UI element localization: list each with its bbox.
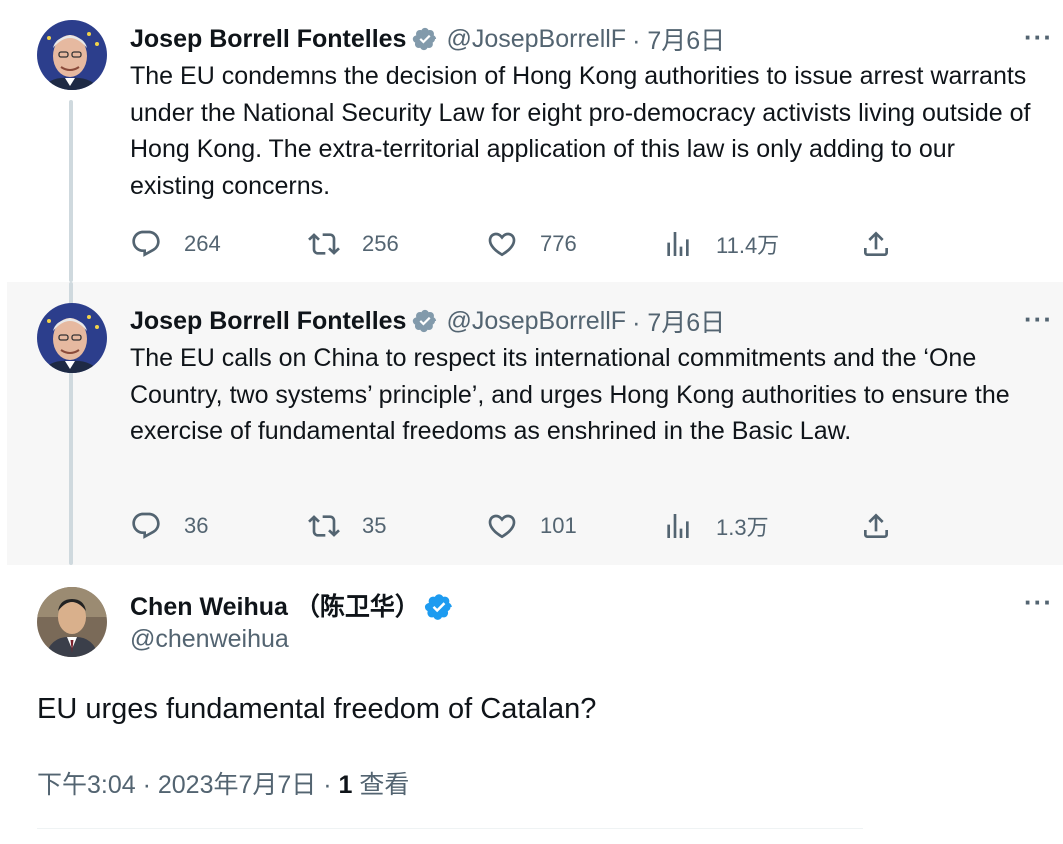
tweet-2[interactable]: Josep Borrell Fontelles @JosepBorrellF ·…	[0, 282, 1063, 565]
tweet-actions: 264 256 776 11.4万	[130, 226, 910, 262]
retweet-icon	[308, 233, 340, 255]
share-icon	[864, 231, 888, 256]
avatar-chenweihua[interactable]	[37, 587, 107, 657]
retweet-icon	[308, 515, 340, 537]
reply-icon	[132, 512, 160, 539]
share-button[interactable]	[860, 508, 892, 544]
tweet-text: EU urges fundamental freedom of Catalan?	[37, 693, 597, 725]
like-button[interactable]: 101	[486, 508, 577, 544]
views-count: 1.3万	[716, 515, 769, 540]
views-label: 查看	[352, 771, 410, 799]
reply-button[interactable]: 264	[130, 226, 221, 262]
share-button[interactable]	[860, 226, 892, 262]
retweet-button[interactable]: 256	[308, 226, 399, 262]
tweet-text: The EU calls on China to respect its int…	[130, 344, 1010, 445]
views-chart-icon	[667, 514, 689, 538]
tweet-header: Josep Borrell Fontelles @JosepBorrellF ·…	[130, 304, 725, 338]
tweet-text: The EU condemns the decision of Hong Kon…	[130, 62, 1031, 200]
avatar-borrell[interactable]	[37, 303, 107, 373]
tweet-header: Chen Weihua （陈卫华）	[130, 587, 452, 623]
more-options-button[interactable]: ···	[1024, 587, 1053, 618]
reply-button[interactable]: 36	[130, 508, 208, 544]
views-count: 1	[338, 771, 353, 799]
views-button[interactable]: 11.4万	[662, 226, 779, 262]
tweet-actions: 36 35 101 1.3万	[130, 508, 910, 544]
retweet-count: 35	[362, 513, 387, 538]
author-name[interactable]: Josep Borrell Fontelles	[130, 25, 406, 54]
share-icon	[864, 513, 888, 538]
views-chart-icon	[667, 232, 689, 256]
tweet-1[interactable]: Josep Borrell Fontelles @JosepBorrellF ·…	[0, 0, 1063, 282]
author-name[interactable]: Josep Borrell Fontelles	[130, 307, 406, 336]
like-count: 101	[540, 513, 577, 538]
verified-badge-icon[interactable]	[424, 592, 452, 620]
like-count: 776	[540, 231, 577, 256]
views-button[interactable]: 1.3万	[662, 508, 769, 544]
reply-count: 264	[184, 231, 221, 256]
thread-connector-line	[69, 100, 73, 282]
retweet-count: 256	[362, 231, 399, 256]
author-name[interactable]: Chen Weihua （陈卫华）	[130, 587, 420, 623]
heart-icon	[488, 232, 516, 257]
verified-badge-icon[interactable]	[412, 26, 438, 52]
views-count: 11.4万	[716, 233, 780, 258]
tweet-metadata: 下午3:04 · 2023年7月7日 · 1 查看	[37, 765, 409, 801]
author-handle[interactable]: @JosepBorrellF	[446, 307, 626, 336]
tweet-timestamp[interactable]: 下午3:04 · 2023年7月7日 ·	[37, 771, 339, 799]
verified-badge-icon[interactable]	[412, 308, 438, 334]
reply-icon	[132, 230, 160, 257]
retweet-button[interactable]: 35	[308, 508, 386, 544]
more-options-button[interactable]: ···	[1024, 22, 1053, 53]
tweet-date[interactable]: · 7月6日	[632, 21, 725, 57]
author-handle[interactable]: @chenweihua	[130, 625, 289, 654]
author-handle[interactable]: @JosepBorrellF	[446, 25, 626, 54]
like-button[interactable]: 776	[486, 226, 577, 262]
reply-count: 36	[184, 513, 209, 538]
avatar-borrell[interactable]	[37, 20, 107, 90]
main-tweet: Chen Weihua （陈卫华） @chenweihua ··· EU urg…	[0, 565, 1063, 844]
tweet-date[interactable]: · 7月6日	[632, 303, 725, 339]
tweet-header: Josep Borrell Fontelles @JosepBorrellF ·…	[130, 22, 725, 56]
heart-icon	[488, 514, 516, 539]
more-options-button[interactable]: ···	[1024, 304, 1053, 335]
divider	[37, 828, 863, 829]
